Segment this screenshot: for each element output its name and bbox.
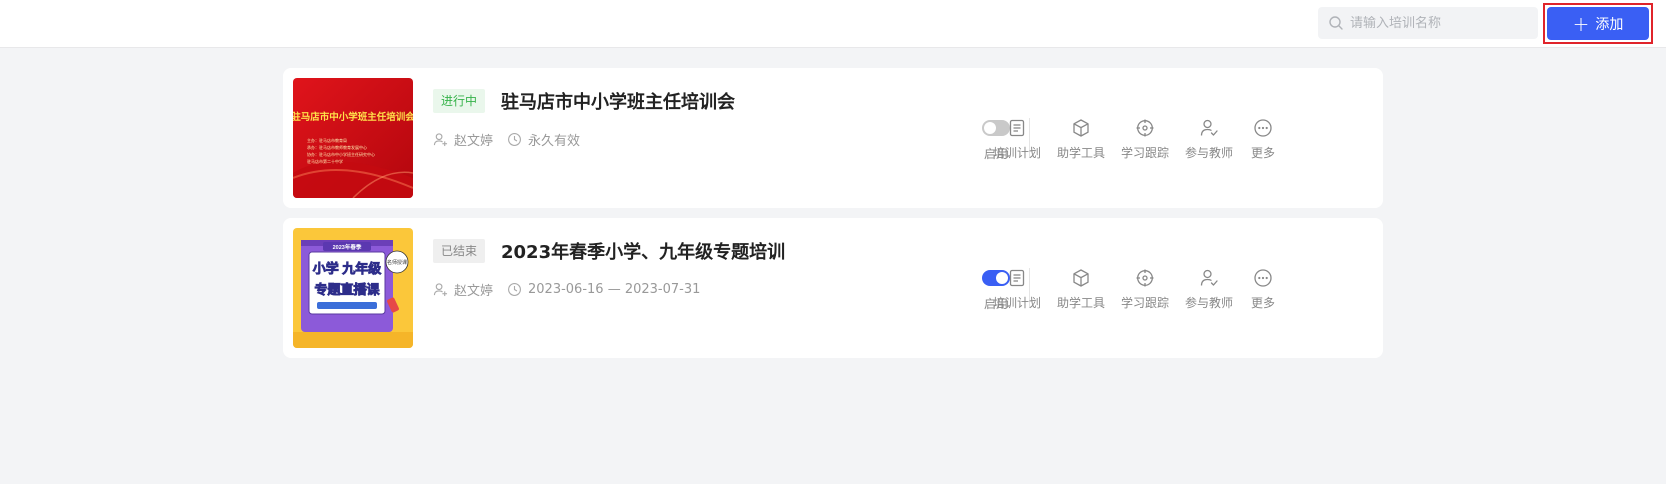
training-thumbnail[interactable]: 驻马店市中小学班主任培训会 主办：驻马店市教育局 承办：驻马店市教师教育发展中心… <box>293 78 413 198</box>
training-card[interactable]: 驻马店市中小学班主任培训会 主办：驻马店市教育局 承办：驻马店市教师教育发展中心… <box>283 68 1383 208</box>
thumbnail-line: 驻马店市第二十中学 <box>307 158 343 164</box>
thumbnail-line2: 专题直播课 <box>314 282 380 297</box>
search-input[interactable] <box>1350 15 1530 31</box>
search-icon <box>1329 16 1343 30</box>
action-label: 学习跟踪 <box>1120 146 1169 160</box>
thumbnail-top-text: 2023年春季 <box>333 243 362 251</box>
training-meta: 赵文婷 永久有效 <box>433 130 580 149</box>
status-badge: 已结束 <box>433 239 486 263</box>
action-label: 培训计划 <box>992 146 1041 160</box>
cube-icon <box>1073 119 1089 137</box>
clock-icon <box>508 283 521 296</box>
action-label: 学习跟踪 <box>1120 296 1169 310</box>
action-label: 更多 <box>1250 296 1275 310</box>
training-plan-button[interactable]: 培训计划 <box>989 118 1045 161</box>
target-icon <box>1136 119 1154 137</box>
add-button-label: 添加 <box>1595 16 1624 33</box>
thumbnail-line: 承办：驻马店市教师教育发展中心 <box>307 144 367 150</box>
status-badge: 进行中 <box>433 89 486 113</box>
study-tools-button[interactable]: 助学工具 <box>1053 118 1109 161</box>
teachers-button[interactable]: 参与教师 <box>1181 268 1237 311</box>
user-check-icon <box>1200 269 1218 286</box>
training-thumbnail[interactable]: 2023年春季 小学 九年级 专题直播课 名师授课 <box>293 228 413 348</box>
training-title[interactable]: 2023年春季小学、九年级专题培训 <box>501 238 785 264</box>
more-icon <box>1254 269 1272 287</box>
thumbnail-line: 协办：驻马店市中小学班主任研究中心 <box>307 151 375 157</box>
more-icon <box>1254 119 1272 137</box>
study-tools-button[interactable]: 助学工具 <box>1053 268 1109 311</box>
action-label: 参与教师 <box>1184 146 1233 160</box>
user-check-icon <box>1200 119 1218 136</box>
training-author: 赵文婷 <box>454 134 494 149</box>
training-plan-button[interactable]: 培训计划 <box>989 268 1045 311</box>
thumbnail-badge: 名师授课 <box>387 259 407 266</box>
training-validity: 2023-06-16 — 2023-07-31 <box>528 282 701 297</box>
action-label: 培训计划 <box>992 296 1041 310</box>
action-label: 更多 <box>1250 146 1275 160</box>
training-title[interactable]: 驻马店市中小学班主任培训会 <box>501 88 735 114</box>
more-button[interactable]: 更多 <box>1235 118 1291 161</box>
target-icon <box>1136 269 1154 287</box>
training-author: 赵文婷 <box>454 284 494 299</box>
teachers-button[interactable]: 参与教师 <box>1181 118 1237 161</box>
training-validity: 永久有效 <box>528 134 581 149</box>
action-label: 参与教师 <box>1184 296 1233 310</box>
training-meta: 赵文婷 2023-06-16 — 2023-07-31 <box>433 280 700 299</box>
add-button[interactable]: + 添加 <box>1547 7 1649 40</box>
clock-icon <box>508 133 521 146</box>
user-add-icon <box>433 283 448 297</box>
top-bar: + 添加 <box>0 0 1666 48</box>
action-label: 助学工具 <box>1056 146 1105 160</box>
learning-track-button[interactable]: 学习跟踪 <box>1117 268 1173 311</box>
thumbnail-line: 主办：驻马店市教育局 <box>307 137 347 143</box>
document-icon <box>1009 119 1025 137</box>
cube-icon <box>1073 269 1089 287</box>
more-button[interactable]: 更多 <box>1235 268 1291 311</box>
plus-icon: + <box>1572 11 1590 36</box>
action-label: 助学工具 <box>1056 296 1105 310</box>
search-box[interactable] <box>1318 7 1538 39</box>
document-icon <box>1009 269 1025 287</box>
training-card[interactable]: 2023年春季 小学 九年级 专题直播课 名师授课 已结束 2023年春季小学、… <box>283 218 1383 358</box>
thumbnail-line1: 小学 九年级 <box>313 261 383 276</box>
learning-track-button[interactable]: 学习跟踪 <box>1117 118 1173 161</box>
thumbnail-headline: 驻马店市中小学班主任培训会 <box>293 111 413 123</box>
user-add-icon <box>433 133 448 147</box>
